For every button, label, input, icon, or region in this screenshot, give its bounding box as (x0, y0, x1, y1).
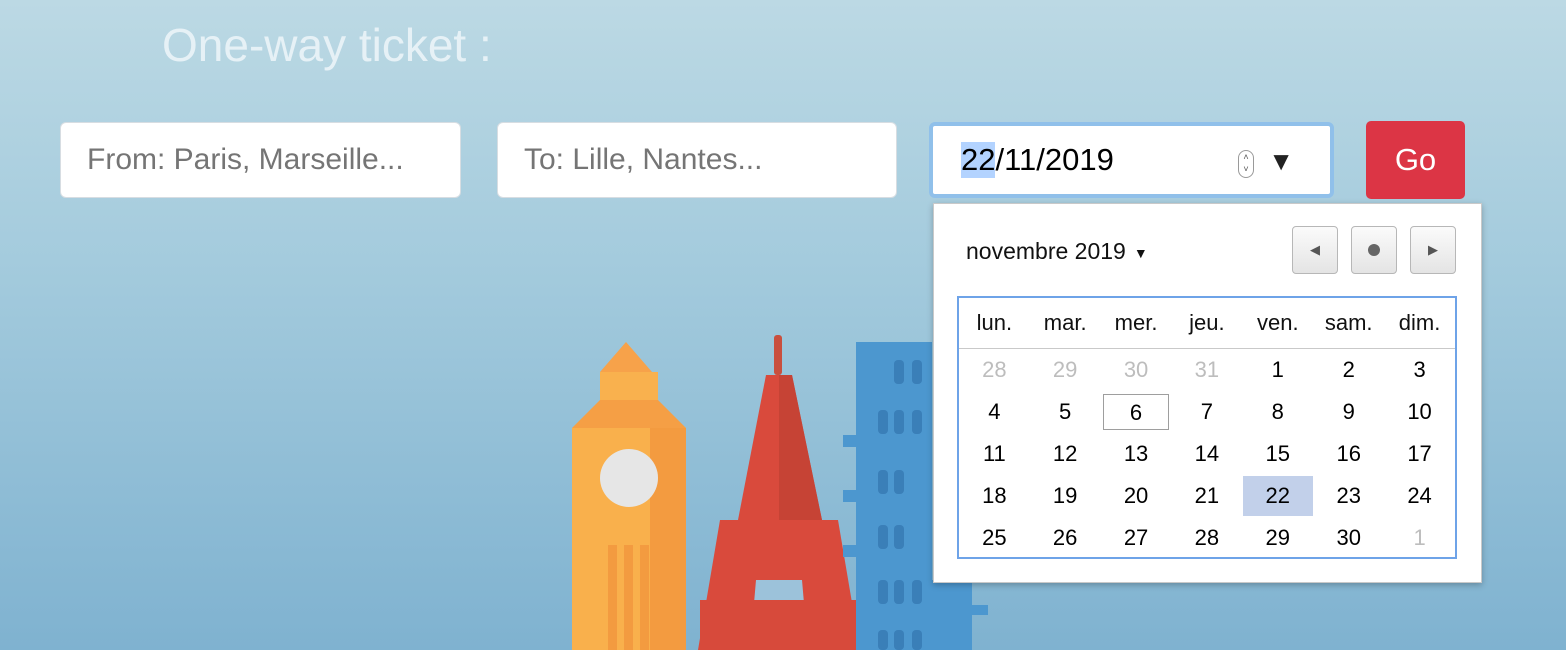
calendar-day[interactable]: 10 (1384, 391, 1455, 433)
calendar-day-selected[interactable]: 22 (1242, 475, 1313, 517)
calendar-day[interactable]: 15 (1242, 433, 1313, 475)
calendar-day[interactable]: 28 (1172, 517, 1243, 559)
calendar-day[interactable]: 13 (1101, 433, 1172, 475)
calendar-grid: lun. mar. mer. jeu. ven. sam. dim. 28 29… (957, 296, 1457, 559)
weekday-header: dim. (1384, 298, 1455, 349)
calendar-day[interactable]: 16 (1313, 433, 1384, 475)
month-year-selector[interactable]: novembre 2019 ▼ (966, 238, 1148, 265)
calendar-day[interactable]: 3 (1384, 349, 1455, 392)
calendar-day[interactable]: 11 (959, 433, 1030, 475)
calendar-day[interactable]: 31 (1172, 349, 1243, 392)
weekday-header: mar. (1029, 298, 1101, 349)
triangle-right-icon: ▶ (1428, 242, 1438, 257)
calendar-day[interactable]: 24 (1384, 475, 1455, 517)
calendar-day[interactable]: 14 (1172, 433, 1243, 475)
calendar-week-row: 28 29 30 31 1 2 3 (959, 349, 1455, 392)
calendar-day[interactable]: 29 (1242, 517, 1313, 559)
calendar-day[interactable]: 8 (1242, 391, 1313, 433)
month-label: novembre 2019 (966, 238, 1126, 264)
triangle-left-icon: ◀ (1310, 242, 1320, 257)
calendar-day[interactable]: 29 (1030, 349, 1101, 392)
eiffel-tower-icon (698, 335, 860, 650)
go-button[interactable]: Go (1366, 121, 1465, 199)
calendar-day[interactable]: 20 (1101, 475, 1172, 517)
calendar-day[interactable]: 23 (1313, 475, 1384, 517)
calendar-day[interactable]: 27 (1101, 517, 1172, 559)
calendar-week-row: 18 19 20 21 22 23 24 (959, 475, 1455, 517)
calendar-day[interactable]: 1 (1242, 349, 1313, 392)
calendar-day[interactable]: 1 (1384, 517, 1455, 559)
calendar-week-row: 4 5 6 7 8 9 10 (959, 391, 1455, 433)
page-title: One-way ticket : (162, 19, 492, 71)
weekday-header: lun. (959, 298, 1030, 349)
calendar-day[interactable]: 30 (1101, 349, 1172, 392)
calendar-day[interactable]: 18 (959, 475, 1030, 517)
calendar-day[interactable]: 4 (959, 391, 1030, 433)
date-day-segment[interactable]: 22 (961, 142, 996, 178)
calendar-day[interactable]: 19 (1030, 475, 1101, 517)
calendar-day[interactable]: 9 (1313, 391, 1384, 433)
calendar-day[interactable]: 2 (1313, 349, 1384, 392)
calendar-week-row: 11 12 13 14 15 16 17 (959, 433, 1455, 475)
calendar-week-row: 25 26 27 28 29 30 1 (959, 517, 1455, 559)
calendar-day[interactable]: 30 (1313, 517, 1384, 559)
weekday-header-row: lun. mar. mer. jeu. ven. sam. dim. (959, 298, 1455, 349)
previous-month-button[interactable]: ◀ (1292, 226, 1338, 274)
date-input[interactable]: 22 /11/2019 ˄ ˅ ▼ (929, 122, 1334, 198)
big-ben-icon (572, 342, 686, 650)
today-button[interactable] (1351, 226, 1397, 274)
calendar-day[interactable]: 26 (1030, 517, 1101, 559)
calendar-day[interactable]: 12 (1030, 433, 1101, 475)
caret-down-icon: ▼ (1133, 244, 1148, 261)
calendar-day[interactable]: 25 (959, 517, 1030, 559)
dot-icon (1368, 244, 1380, 256)
calendar-day[interactable]: 21 (1172, 475, 1243, 517)
from-input[interactable] (60, 122, 461, 198)
weekday-header: ven. (1242, 298, 1314, 349)
spinner-icon[interactable]: ˄ ˅ (1238, 150, 1254, 178)
weekday-header: sam. (1313, 298, 1385, 349)
calendar-day[interactable]: 7 (1172, 391, 1243, 433)
calendar-day[interactable]: 28 (959, 349, 1030, 392)
date-month-year-segment[interactable]: /11/2019 (995, 142, 1113, 178)
date-picker-popup: novembre 2019 ▼ ◀ ▶ lun. mar. mer. jeu. v… (933, 203, 1482, 583)
calendar-day-today[interactable]: 6 (1101, 391, 1172, 433)
to-input[interactable] (497, 122, 897, 198)
calendar-day[interactable]: 17 (1384, 433, 1455, 475)
dropdown-arrow-icon[interactable]: ▼ (1268, 146, 1294, 177)
calendar-day[interactable]: 5 (1030, 391, 1101, 433)
weekday-header: mer. (1100, 298, 1172, 349)
next-month-button[interactable]: ▶ (1410, 226, 1456, 274)
weekday-header: jeu. (1171, 298, 1243, 349)
